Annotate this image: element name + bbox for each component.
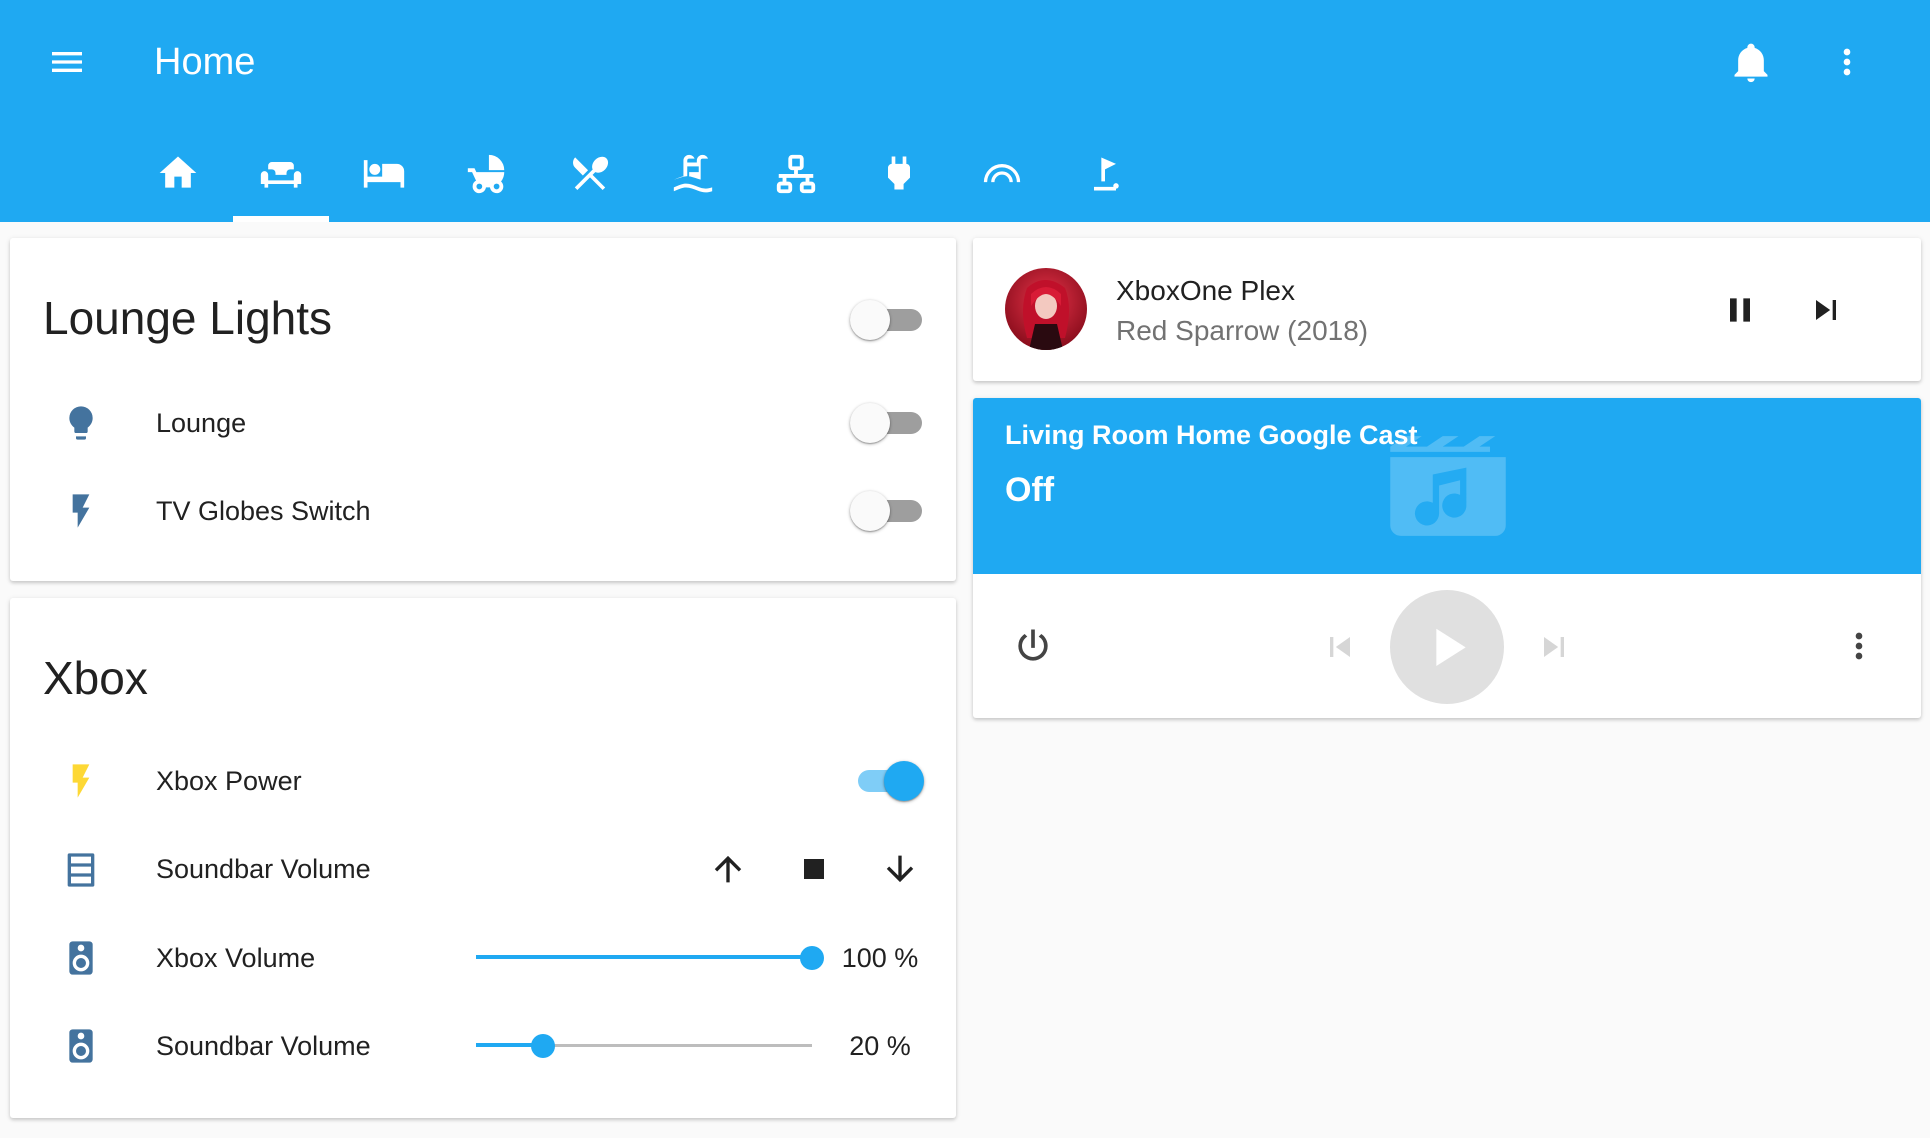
lan-icon	[776, 154, 816, 194]
xboxone-plex-card: XboxOne Plex Red Sparrow (2018)	[973, 238, 1921, 381]
living-room-cast-card: Living Room Home Google Cast Off	[973, 398, 1921, 718]
tab-lounge[interactable]	[233, 134, 329, 222]
soundbar-volume-value: 20 %	[849, 1031, 911, 1061]
cast-next-button[interactable]	[1524, 617, 1584, 677]
tab-wireless[interactable]	[954, 134, 1050, 222]
skip-next-icon	[1544, 637, 1564, 657]
tab-home[interactable]	[130, 134, 226, 222]
active-tab-indicator	[233, 216, 329, 222]
volume-stop-button[interactable]	[784, 839, 844, 899]
next-track-button[interactable]	[1796, 280, 1856, 340]
xbox-volume-value: 100 %	[841, 943, 919, 973]
media-player-name: XboxOne Plex	[1116, 275, 1295, 306]
baby-carriage-icon	[467, 154, 505, 194]
bed-icon	[363, 160, 405, 188]
cast-device-name: Living Room Home Google Cast	[1005, 420, 1418, 450]
notifications-button[interactable]	[1720, 31, 1782, 93]
xbox-power-toggle[interactable]	[850, 759, 924, 801]
cast-more-button[interactable]	[1829, 616, 1889, 676]
overflow-menu-button[interactable]	[1816, 31, 1878, 93]
menu-icon	[52, 52, 82, 72]
wifi-arc-icon	[983, 164, 1021, 183]
cast-previous-button[interactable]	[1310, 617, 1370, 677]
window-shutter-icon	[58, 847, 104, 893]
slider-knob[interactable]	[531, 1034, 555, 1058]
lounge-label: Lounge	[156, 408, 247, 438]
skip-previous-icon	[1330, 637, 1350, 657]
flash-icon	[58, 758, 104, 804]
power-icon	[1018, 629, 1048, 661]
view-tabs	[130, 134, 1130, 222]
media-title: Red Sparrow (2018)	[1116, 315, 1369, 346]
skip-next-icon	[1816, 300, 1836, 320]
tab-kitchen[interactable]	[542, 134, 638, 222]
xbox-volume-label: Xbox Volume	[156, 943, 316, 973]
golf-icon	[1094, 157, 1119, 191]
power-plug-icon	[888, 156, 910, 190]
arrow-down-icon	[886, 855, 914, 883]
pause-button[interactable]	[1710, 280, 1770, 340]
tab-pool[interactable]	[645, 134, 741, 222]
lounge-lights-card: Lounge Lights Lounge TV Globes Switch	[10, 238, 956, 581]
volume-up-button[interactable]	[698, 839, 758, 899]
soundbar-volume-label: Soundbar Volume	[156, 1031, 371, 1061]
soundbar-volume-slider[interactable]	[476, 1026, 812, 1066]
tv-globes-switch-toggle[interactable]	[850, 489, 922, 531]
home-icon	[159, 156, 197, 188]
cast-power-button[interactable]	[1003, 616, 1063, 676]
xbox-power-label: Xbox Power	[156, 766, 302, 796]
lightbulb-icon	[58, 400, 104, 446]
tv-globes-switch-label: TV Globes Switch	[156, 496, 371, 526]
arrow-up-icon	[714, 855, 742, 883]
bell-icon	[1734, 43, 1768, 83]
xbox-card: Xbox Xbox Power Soundbar Volume Xbox Vol…	[10, 598, 956, 1118]
play-icon	[1436, 628, 1466, 667]
speaker-icon	[58, 1023, 104, 1069]
tab-nursery[interactable]	[439, 134, 535, 222]
dots-vertical-icon	[1855, 632, 1863, 660]
slider-knob[interactable]	[800, 946, 824, 970]
tab-power[interactable]	[851, 134, 947, 222]
cast-banner: Living Room Home Google Cast Off	[973, 398, 1921, 574]
xbox-volume-slider[interactable]	[476, 938, 824, 978]
card-title: Xbox	[43, 652, 148, 704]
cast-state: Off	[1005, 471, 1055, 509]
tab-network[interactable]	[748, 134, 844, 222]
soundbar-cover-label: Soundbar Volume	[156, 854, 371, 884]
pause-icon	[1730, 298, 1750, 322]
menu-button[interactable]	[36, 31, 98, 93]
media-artwork[interactable]	[1005, 268, 1087, 350]
volume-down-button[interactable]	[870, 839, 930, 899]
dots-vertical-icon	[1843, 48, 1851, 76]
silverware-icon	[573, 156, 609, 191]
tab-bedroom[interactable]	[336, 134, 432, 222]
tab-golf[interactable]	[1057, 134, 1153, 222]
lounge-lights-master-toggle[interactable]	[850, 298, 922, 340]
stop-icon	[804, 859, 824, 879]
card-title: Lounge Lights	[43, 292, 333, 344]
lounge-toggle[interactable]	[850, 401, 922, 443]
pool-icon	[673, 154, 713, 193]
flash-icon	[58, 488, 104, 534]
cast-play-button[interactable]	[1390, 590, 1504, 704]
app-header: Home	[0, 0, 1930, 222]
speaker-icon	[58, 935, 104, 981]
sofa-icon	[260, 162, 302, 188]
page-title: Home	[154, 41, 256, 83]
